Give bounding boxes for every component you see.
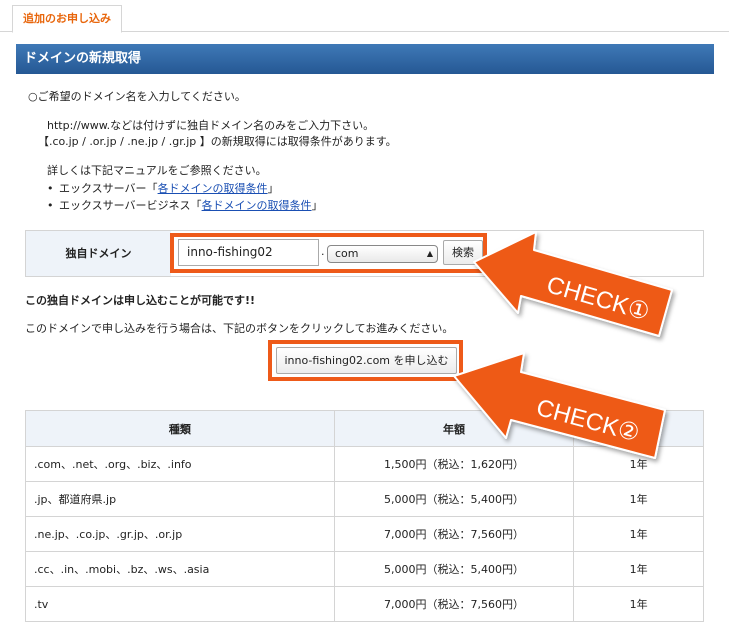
annotation-overlay: CHECK① CHECK②	[453, 231, 673, 459]
